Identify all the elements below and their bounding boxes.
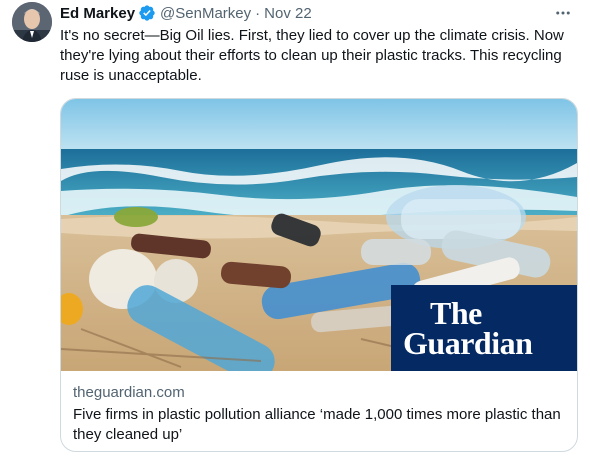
link-card[interactable]: The Guardian theguardian.com Five firms … [60, 98, 578, 452]
card-image: The Guardian [61, 99, 577, 371]
verified-badge-icon[interactable] [138, 4, 156, 22]
tweet-date[interactable]: Nov 22 [264, 5, 312, 22]
header-separator: · [255, 4, 261, 22]
tweet-header: Ed Markey @SenMarkey · Nov 22 [60, 2, 574, 24]
guardian-logo-line1: The [430, 295, 482, 331]
avatar-photo [12, 2, 52, 42]
guardian-logo: The Guardian [391, 285, 577, 371]
card-domain[interactable]: theguardian.com [73, 383, 565, 403]
tweet-text: It's no secret—Big Oil lies. First, they… [60, 27, 564, 84]
author-avatar[interactable] [12, 2, 52, 42]
guardian-logo-line2: Guardian [403, 325, 533, 361]
more-options-icon[interactable] [552, 2, 574, 24]
card-title[interactable]: Five firms in plastic pollution alliance… [73, 405, 565, 445]
author-handle[interactable]: @SenMarkey [160, 5, 251, 22]
card-meta: theguardian.com Five firms in plastic po… [61, 371, 577, 445]
author-name[interactable]: Ed Markey [60, 5, 135, 22]
